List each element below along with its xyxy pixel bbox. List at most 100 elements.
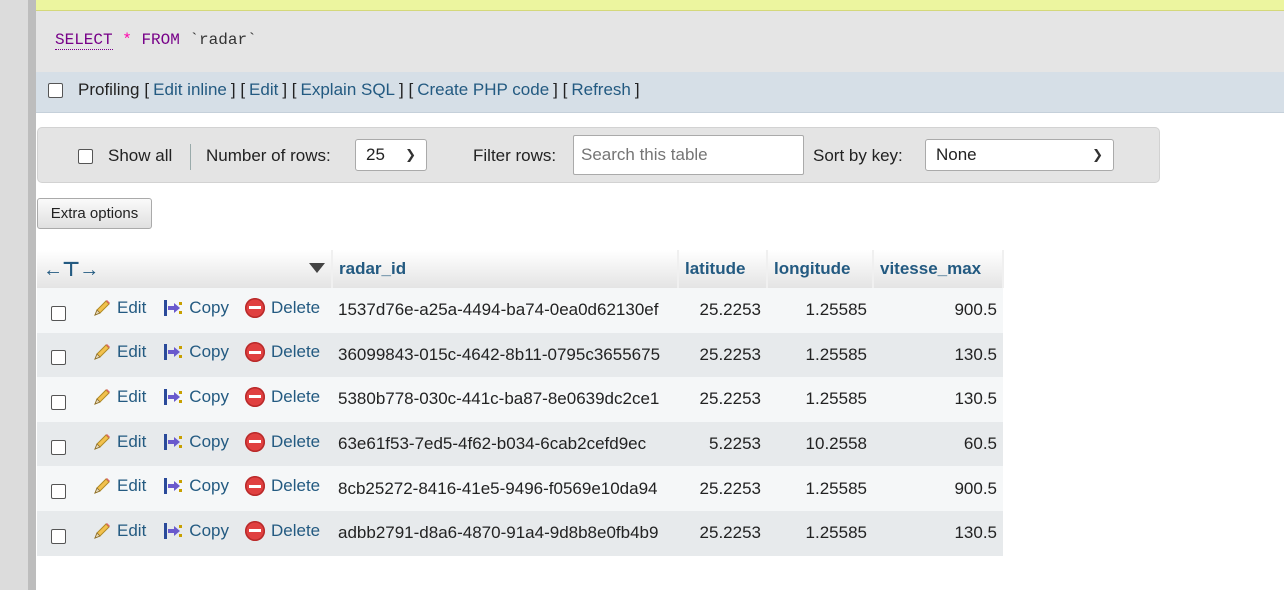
row-checkbox[interactable] xyxy=(51,350,66,366)
cell-longitude[interactable]: 1.25585 xyxy=(767,466,873,511)
delete-label: Delete xyxy=(270,342,321,362)
table-row[interactable]: Edit Copy Delete 8cb25272-8416-41e5-9496-f0… xyxy=(37,466,1003,511)
cell-latitude[interactable]: 5.2253 xyxy=(678,421,767,467)
edit-row-button[interactable]: Edit xyxy=(92,476,146,496)
copy-icon xyxy=(162,298,184,318)
delete-icon xyxy=(244,520,265,541)
copy-row-button[interactable]: Copy xyxy=(162,387,229,407)
cell-latitude[interactable]: 25.2253 xyxy=(678,466,767,511)
edit-row-button[interactable]: Edit xyxy=(92,387,146,407)
cell-radar-id[interactable]: adbb2791-d8a6-4870-91a4-9d8b8e0fb4b9 xyxy=(332,510,678,556)
cell-vitesse-max[interactable]: 60.5 xyxy=(873,421,1003,467)
column-header-vitesse-max[interactable]: vitesse_max xyxy=(873,250,1004,288)
row-checkbox[interactable] xyxy=(51,395,66,410)
success-message-bar xyxy=(36,0,1284,11)
pencil-icon xyxy=(92,298,112,318)
filter-rows-input[interactable]: Search this table xyxy=(573,135,804,175)
cell-radar-id[interactable]: 36099843-015c-4642-8b11-0795c3655675 xyxy=(332,332,678,378)
cell-latitude[interactable]: 25.2253 xyxy=(678,332,767,378)
cell-longitude[interactable]: 1.25585 xyxy=(767,510,873,556)
table-row[interactable]: Edit Copy Delete 5380b778-030c-441c-ba87-8e… xyxy=(37,377,1003,422)
number-of-rows-label: Number of rows: xyxy=(206,146,331,165)
delete-row-button[interactable]: Delete xyxy=(244,476,321,497)
copy-row-button[interactable]: Copy xyxy=(162,476,229,496)
cell-vitesse-max[interactable]: 900.5 xyxy=(873,466,1003,511)
sql-star: * xyxy=(122,31,132,49)
cell-latitude[interactable]: 25.2253 xyxy=(678,288,767,333)
explain-sql-link[interactable]: Explain SQL xyxy=(301,80,396,100)
cell-vitesse-max[interactable]: 130.5 xyxy=(873,377,1003,422)
cell-longitude[interactable]: 1.25585 xyxy=(767,288,873,333)
copy-icon xyxy=(162,387,184,407)
refresh-link[interactable]: Refresh xyxy=(571,80,631,100)
row-actions: Edit Copy Delete xyxy=(37,466,332,511)
create-php-code-link[interactable]: Create PHP code xyxy=(417,80,549,100)
delete-label: Delete xyxy=(270,476,321,496)
copy-icon xyxy=(162,432,184,452)
sort-dropdown-icon[interactable] xyxy=(309,260,325,280)
copy-label: Copy xyxy=(189,520,229,540)
cell-latitude[interactable]: 25.2253 xyxy=(678,510,767,556)
sort-by-key-select[interactable]: None ❯ xyxy=(925,139,1114,171)
copy-row-button[interactable]: Copy xyxy=(162,342,229,362)
table-row[interactable]: Edit Copy Delete 36099843-015c-4642-8b11-07… xyxy=(37,332,1003,378)
table-row[interactable]: Edit Copy Delete 1537d76e-a25a-4494-ba74-0e… xyxy=(37,288,1003,333)
profiling-label: Profiling xyxy=(78,80,140,99)
table-row[interactable]: Edit Copy Delete adbb2791-d8a6-4870-91a4-9d… xyxy=(37,510,1003,556)
pencil-icon xyxy=(92,387,112,407)
delete-label: Delete xyxy=(270,297,321,317)
sort-by-key-label: Sort by key: xyxy=(813,146,903,165)
row-checkbox[interactable] xyxy=(51,439,66,455)
cell-longitude[interactable]: 10.2558 xyxy=(767,421,873,467)
copy-row-button[interactable]: Copy xyxy=(162,298,229,318)
extra-options-button[interactable]: Extra options xyxy=(37,198,152,229)
copy-icon xyxy=(162,476,184,496)
cell-radar-id[interactable]: 1537d76e-a25a-4494-ba74-0ea0d62130ef xyxy=(332,288,678,333)
column-header-radar-id[interactable]: radar_id xyxy=(332,250,679,288)
edit-row-button[interactable]: Edit xyxy=(92,342,146,362)
delete-row-button[interactable]: Delete xyxy=(244,520,320,541)
cell-vitesse-max[interactable]: 130.5 xyxy=(873,510,1003,556)
profiling-checkbox[interactable] xyxy=(48,82,63,98)
row-checkbox[interactable] xyxy=(51,484,66,500)
cell-latitude[interactable]: 25.2253 xyxy=(678,377,767,422)
delete-row-button[interactable]: Delete xyxy=(244,386,320,407)
cell-radar-id[interactable]: 63e61f53-7ed5-4f62-b034-6cab2cefd9ec xyxy=(332,421,678,467)
delete-row-button[interactable]: Delete xyxy=(244,431,320,452)
table-row[interactable]: Edit Copy Delete 63e61f53-7ed5-4f62-b034-6c… xyxy=(37,421,1003,467)
edit-inline-link[interactable]: Edit inline xyxy=(153,80,227,100)
edit-label: Edit xyxy=(117,476,147,496)
cell-vitesse-max[interactable]: 900.5 xyxy=(873,288,1003,333)
row-checkbox[interactable] xyxy=(51,528,66,544)
filter-rows-label: Filter rows: xyxy=(473,146,557,165)
delete-row-button[interactable]: Delete xyxy=(244,342,321,363)
row-checkbox[interactable] xyxy=(51,305,66,321)
copy-row-button[interactable]: Copy xyxy=(162,521,229,541)
delete-icon xyxy=(244,476,265,497)
cell-longitude[interactable]: 1.25585 xyxy=(767,377,873,422)
show-all-checkbox[interactable] xyxy=(78,148,93,164)
cell-longitude[interactable]: 1.25585 xyxy=(767,332,873,378)
column-header-latitude[interactable]: latitude xyxy=(678,250,768,288)
edit-row-button[interactable]: Edit xyxy=(92,432,146,452)
copy-row-button[interactable]: Copy xyxy=(162,432,229,452)
chevron-down-icon: ❯ xyxy=(1092,147,1103,162)
profiling-bar: Profiling [ Edit inline ] [ Edit ] [ Exp… xyxy=(36,72,1284,113)
cell-vitesse-max[interactable]: 130.5 xyxy=(873,332,1003,378)
delete-row-button[interactable]: Delete xyxy=(244,297,321,318)
resize-columns-icon[interactable]: ←⊤→ xyxy=(43,259,99,281)
panel-resizer[interactable] xyxy=(28,0,36,590)
chevron-down-icon: ❯ xyxy=(405,147,416,162)
copy-icon xyxy=(162,521,184,541)
column-header-longitude[interactable]: longitude xyxy=(767,250,874,288)
edit-link[interactable]: Edit xyxy=(249,80,278,100)
edit-row-button[interactable]: Edit xyxy=(92,521,146,541)
cell-radar-id[interactable]: 5380b778-030c-441c-ba87-8e0639dc2ce1 xyxy=(332,377,678,422)
edit-row-button[interactable]: Edit xyxy=(92,298,146,318)
edit-label: Edit xyxy=(117,342,147,362)
sql-keyword-select[interactable]: SELECT xyxy=(55,31,113,50)
number-of-rows-select[interactable]: 25 ❯ xyxy=(355,139,427,171)
bulk-actions-bar xyxy=(36,576,1284,590)
pencil-icon xyxy=(92,432,112,452)
cell-radar-id[interactable]: 8cb25272-8416-41e5-9496-f0569e10da94 xyxy=(332,466,678,511)
